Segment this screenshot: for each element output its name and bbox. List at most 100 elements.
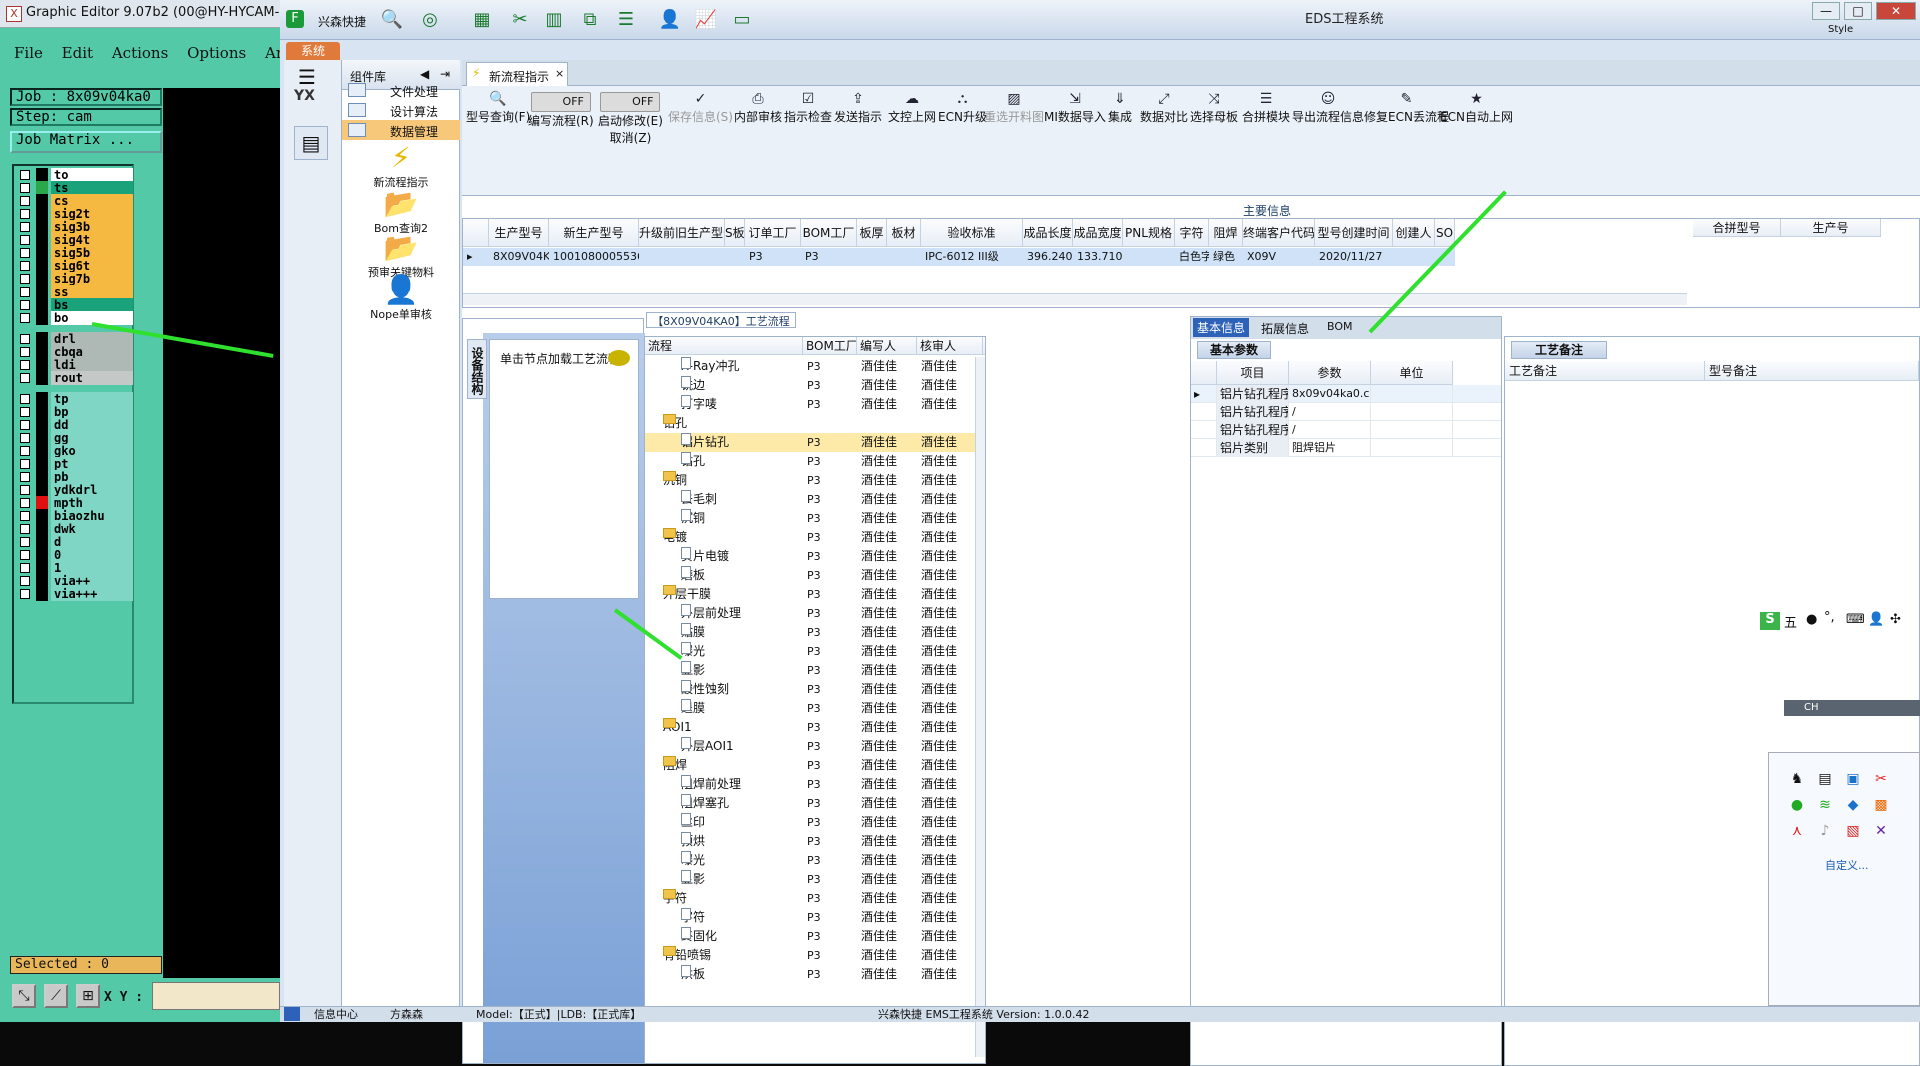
- tool-icon[interactable]: ♞: [1787, 769, 1807, 789]
- ribbon-button-15[interactable]: ☰ 合拼模块: [1242, 90, 1290, 125]
- tree-col-header[interactable]: 流程: [645, 337, 803, 355]
- tree-row[interactable]: −阻焊P3酒佳佳酒佳佳已上网: [645, 756, 985, 775]
- layer-name[interactable]: gg: [51, 431, 133, 445]
- layer-name[interactable]: tp: [51, 392, 133, 406]
- layer-name[interactable]: sig4t: [51, 233, 133, 247]
- close-icon[interactable]: ✕: [1871, 821, 1891, 841]
- ribbon-button-16[interactable]: ☺ 导出流程信息: [1292, 90, 1364, 125]
- user-icon[interactable]: 👤: [1868, 612, 1884, 627]
- toggle-switch[interactable]: OFF: [530, 92, 591, 112]
- layer-checkbox[interactable]: [20, 170, 30, 180]
- layer-row[interactable]: ss: [16, 285, 133, 299]
- ribbon-button-10[interactable]: ▨ 重选开料图: [984, 90, 1044, 125]
- basic-param[interactable]: /: [1289, 403, 1371, 421]
- layer-checkbox[interactable]: [20, 433, 30, 443]
- main-col-header[interactable]: 板材: [887, 219, 921, 247]
- tree-row[interactable]: −有铅喷锡P3酒佳佳酒佳佳已上网: [645, 946, 985, 965]
- main-cell[interactable]: P3: [745, 248, 801, 266]
- main-cell[interactable]: X09V: [1243, 248, 1315, 266]
- collapse-left-icon[interactable]: ◀: [420, 67, 429, 81]
- layer-name[interactable]: d: [51, 535, 133, 549]
- settings-icon[interactable]: ✣: [1890, 612, 1901, 627]
- layer-checkbox[interactable]: [20, 313, 30, 323]
- tree-row[interactable]: 显影P3酒佳佳酒佳佳已上网: [645, 870, 985, 889]
- layer-name[interactable]: bs: [51, 298, 133, 312]
- speaker-icon[interactable]: ♪: [1815, 821, 1835, 841]
- basic-unit[interactable]: [1371, 385, 1453, 403]
- tree-row[interactable]: 钻孔P3酒佳佳酒佳佳已上网: [645, 452, 985, 471]
- yx-logo-icon[interactable]: YX: [294, 88, 328, 118]
- tree-row[interactable]: 磨板P3酒佳佳酒佳佳已上网: [645, 566, 985, 585]
- main-col-header[interactable]: 订单工厂: [745, 219, 801, 247]
- scissors-icon[interactable]: ✂: [508, 9, 532, 31]
- tree-row[interactable]: 铝片钻孔P3酒佳佳酒佳佳已上网: [645, 433, 985, 452]
- node-hint-box[interactable]: 单击节点加载工艺流程: [489, 339, 639, 599]
- main-cell[interactable]: 8X09V04KA0: [489, 248, 549, 266]
- ribbon-button-1[interactable]: 🔍 型号查询(F): [466, 90, 530, 125]
- layer-row[interactable]: gg: [16, 431, 133, 445]
- layer-checkbox[interactable]: [20, 274, 30, 284]
- comp-design-algorithm[interactable]: 设计算法: [342, 100, 460, 120]
- main-col-header[interactable]: 字符: [1175, 219, 1209, 247]
- layer-checkbox[interactable]: [20, 576, 30, 586]
- layer-name[interactable]: bp: [51, 405, 133, 419]
- close-tab-icon[interactable]: ×: [555, 67, 564, 80]
- ime-punct-icon[interactable]: °,: [1824, 610, 1835, 625]
- ime-mode[interactable]: 五: [1784, 612, 1797, 631]
- layer-row[interactable]: via++: [16, 574, 133, 588]
- layer-row[interactable]: bp: [16, 405, 133, 419]
- minimize-button[interactable]: —: [1812, 2, 1840, 20]
- tree-row[interactable]: 丝印P3酒佳佳酒佳佳已上网: [645, 813, 985, 832]
- tree-row[interactable]: −沉铜P3酒佳佳酒佳佳已上网: [645, 471, 985, 490]
- ribbon-button-6[interactable]: ☑ 指示检查: [784, 90, 832, 125]
- bom-query-item[interactable]: 📂 Bom查询2: [342, 188, 460, 236]
- tool-icon[interactable]: ▤: [1815, 769, 1835, 789]
- layer-name[interactable]: pb: [51, 470, 133, 484]
- ribbon-button-12[interactable]: ⇓ 集成: [1108, 90, 1132, 125]
- layer-row[interactable]: drl: [16, 332, 133, 346]
- style-menu[interactable]: Style: [1828, 24, 1853, 35]
- layer-row[interactable]: mpth: [16, 496, 133, 510]
- main-cell[interactable]: [857, 248, 887, 266]
- tree-col-header[interactable]: 编写人: [857, 337, 917, 355]
- tree-col-header[interactable]: 核审人: [917, 337, 983, 355]
- layer-row[interactable]: 1: [16, 561, 133, 575]
- tool-icon[interactable]: ≋: [1815, 795, 1835, 815]
- tree-row[interactable]: 负片电镀P3酒佳佳酒佳佳已上网: [645, 547, 985, 566]
- layer-checkbox[interactable]: [20, 347, 30, 357]
- tab-extended-info[interactable]: 拓展信息: [1261, 320, 1309, 337]
- main-col-header[interactable]: 创建人: [1393, 219, 1435, 247]
- tab-basic-info[interactable]: 基本信息: [1193, 318, 1250, 337]
- tree-row[interactable]: 字符P3酒佳佳酒佳佳已上网: [645, 908, 985, 927]
- main-col-header[interactable]: BOM工厂: [801, 219, 857, 247]
- nope-review-item[interactable]: 👤 Nope单审核: [342, 274, 460, 322]
- layer-row[interactable]: bs: [16, 298, 133, 312]
- tool-icon[interactable]: ▩: [1871, 795, 1891, 815]
- vertical-scrollbar[interactable]: [975, 357, 985, 1057]
- ribbon-button-3[interactable]: OFF 启动修改(E) 取消(Z): [598, 90, 663, 146]
- tree-row[interactable]: 沉铜P3酒佳佳酒佳佳已上网: [645, 509, 985, 528]
- film-icon[interactable]: ▥: [542, 9, 566, 31]
- basic-unit[interactable]: [1371, 421, 1453, 439]
- horizontal-scrollbar[interactable]: [463, 293, 1687, 305]
- main-cell[interactable]: 133.710: [1073, 248, 1123, 266]
- main-cell[interactable]: [887, 248, 921, 266]
- layer-name[interactable]: ss: [51, 285, 133, 299]
- layer-row[interactable]: 0: [16, 548, 133, 562]
- layer-checkbox[interactable]: [20, 446, 30, 456]
- tree-row[interactable]: 阻焊塞孔P3酒佳佳酒佳佳已上网: [645, 794, 985, 813]
- tool-icon[interactable]: ▧: [1843, 821, 1863, 841]
- tree-row[interactable]: 预烘P3酒佳佳酒佳佳已上网: [645, 832, 985, 851]
- ribbon-button-14[interactable]: ⤨ 选择母板: [1190, 90, 1238, 125]
- basic-param[interactable]: /: [1289, 421, 1371, 439]
- layer-row[interactable]: sig5b: [16, 246, 133, 260]
- layer-row[interactable]: sig2t: [16, 207, 133, 221]
- layer-checkbox[interactable]: [20, 563, 30, 573]
- basic-param[interactable]: 阻焊铝片: [1289, 439, 1371, 457]
- device-structure-tab[interactable]: 设备结构: [467, 339, 487, 399]
- layer-name[interactable]: sig5b: [51, 246, 133, 260]
- main-cell[interactable]: P3: [801, 248, 857, 266]
- tree-row[interactable]: −钻孔: [645, 414, 985, 433]
- layer-name[interactable]: biaozhu: [51, 509, 133, 523]
- layer-checkbox[interactable]: [20, 472, 30, 482]
